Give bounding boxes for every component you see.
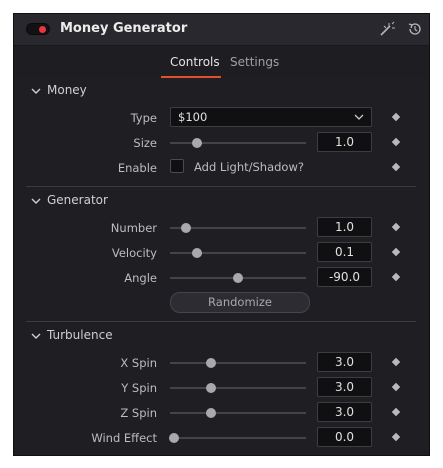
slider-thumb[interactable] — [192, 248, 203, 258]
keyframe-diamond[interactable] — [391, 432, 401, 442]
keyframe-diamond[interactable] — [391, 162, 401, 172]
section-money-header[interactable]: Money — [14, 82, 429, 104]
keyframe-diamond[interactable] — [391, 407, 401, 417]
param-row-x-spin: X Spin 3.0 — [14, 352, 429, 374]
y-spin-value-field[interactable]: 3.0 — [317, 377, 372, 397]
chevron-down-icon — [31, 198, 41, 204]
keyframe-diamond[interactable] — [391, 137, 401, 147]
magic-wand-icon[interactable] — [378, 20, 396, 38]
y-spin-slider[interactable] — [170, 383, 306, 393]
slider-thumb[interactable] — [205, 383, 216, 393]
number-value-field[interactable]: 1.0 — [317, 217, 372, 237]
tab-controls[interactable]: Controls — [170, 55, 220, 69]
section-divider — [26, 186, 416, 187]
select-value: $100 — [178, 110, 208, 124]
slider-thumb[interactable] — [205, 358, 216, 368]
slider-thumb[interactable] — [192, 138, 203, 148]
param-row-enable: Enable Add Light/Shadow? — [14, 157, 429, 179]
size-value-field[interactable]: 1.0 — [317, 132, 372, 152]
checkbox-label: Add Light/Shadow? — [194, 160, 304, 174]
param-row-y-spin: Y Spin 3.0 — [14, 377, 429, 399]
angle-value-field[interactable]: -90.0 — [317, 267, 372, 287]
param-row-wind-effect: Wind Effect 0.0 — [14, 427, 429, 449]
keyframe-diamond[interactable] — [391, 222, 401, 232]
param-row-type: Type $100 — [14, 107, 429, 129]
param-label: Size — [133, 136, 157, 150]
reset-icon[interactable] — [406, 20, 424, 38]
slider-thumb[interactable] — [233, 273, 243, 283]
panel-title: Money Generator — [60, 21, 188, 36]
param-label: Enable — [117, 161, 157, 175]
section-generator-header[interactable]: Generator — [14, 192, 429, 214]
param-row-z-spin: Z Spin 3.0 — [14, 402, 429, 424]
chevron-down-icon — [31, 333, 41, 339]
randomize-button[interactable]: Randomize — [170, 292, 310, 313]
param-label: Z Spin — [120, 406, 157, 420]
chevron-down-icon — [354, 114, 364, 120]
param-label: Number — [110, 221, 157, 235]
section-title: Generator — [47, 193, 108, 207]
param-label: X Spin — [120, 356, 157, 370]
wind-effect-slider[interactable] — [169, 433, 306, 443]
x-spin-value-field[interactable]: 3.0 — [317, 352, 372, 372]
param-label: Angle — [124, 271, 157, 285]
title-bar: Money Generator — [14, 14, 429, 45]
tab-settings[interactable]: Settings — [230, 55, 279, 69]
param-label: Wind Effect — [91, 431, 157, 445]
chevron-down-icon — [31, 88, 41, 94]
z-spin-slider[interactable] — [170, 408, 306, 418]
keyframe-diamond[interactable] — [391, 357, 401, 367]
controls-body: Money Type $100 Size 1.0 Enable Add Ligh… — [14, 78, 429, 455]
wind-effect-value-field[interactable]: 0.0 — [317, 427, 372, 447]
section-divider — [26, 321, 416, 322]
number-slider[interactable] — [170, 223, 306, 233]
slider-thumb[interactable] — [169, 433, 180, 443]
section-turbulence-header[interactable]: Turbulence — [14, 327, 429, 349]
z-spin-value-field[interactable]: 3.0 — [317, 402, 372, 422]
keyframe-diamond[interactable] — [391, 247, 401, 257]
angle-slider[interactable] — [170, 273, 306, 283]
param-row-angle: Angle -90.0 — [14, 267, 429, 289]
param-row-size: Size 1.0 — [14, 132, 429, 154]
keyframe-diamond[interactable] — [391, 272, 401, 282]
type-select[interactable]: $100 — [170, 107, 372, 127]
section-title: Money — [47, 83, 87, 97]
size-slider[interactable] — [170, 138, 306, 148]
toggle-knob — [39, 26, 46, 33]
light-shadow-checkbox[interactable] — [170, 159, 184, 173]
tab-bar: Controls Settings — [14, 45, 429, 78]
param-label: Y Spin — [121, 381, 157, 395]
keyframe-diamond[interactable] — [391, 382, 401, 392]
keyframe-diamond[interactable] — [391, 112, 401, 122]
param-label: Type — [130, 111, 157, 125]
x-spin-slider[interactable] — [170, 358, 306, 368]
section-title: Turbulence — [47, 328, 113, 342]
param-row-randomize: Randomize — [14, 292, 429, 314]
slider-thumb[interactable] — [205, 408, 216, 418]
param-row-velocity: Velocity 0.1 — [14, 242, 429, 264]
velocity-slider[interactable] — [170, 248, 306, 258]
param-row-number: Number 1.0 — [14, 217, 429, 239]
param-label: Velocity — [111, 246, 157, 260]
inspector-panel: Money Generator Controls Settings Money — [13, 13, 430, 456]
velocity-value-field[interactable]: 0.1 — [317, 242, 372, 262]
enable-toggle[interactable] — [26, 23, 50, 35]
slider-thumb[interactable] — [181, 223, 192, 233]
